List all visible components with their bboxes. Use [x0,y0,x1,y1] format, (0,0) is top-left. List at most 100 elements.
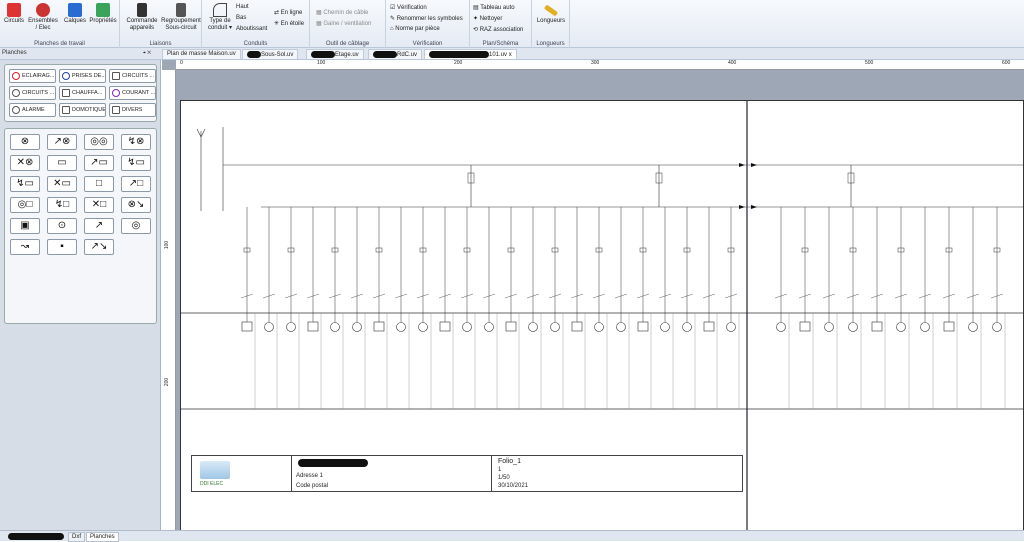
symbol-tool[interactable]: ↝ [10,239,40,255]
symbol-tool[interactable]: ↗⊗ [47,134,77,150]
symbol-tool[interactable]: ▭ [47,155,77,171]
symbol-tool[interactable]: ↯□ [47,197,77,213]
layers-icon [68,3,82,17]
symbol-tool[interactable]: ✕□ [84,197,114,213]
category-divers[interactable]: DIVERS [109,103,156,117]
drawing-canvas[interactable]: 0 100 200 300 400 500 600 100 200 DDI ELEC Adre… [162,60,1024,533]
calques-button[interactable]: Calques [62,3,88,25]
ensembles-elec-button[interactable]: Ensembles / Elec [27,3,59,32]
category-domotique[interactable]: DOMOTIQUE [59,103,106,117]
symbol-tool[interactable]: ↗ [84,218,114,234]
light-icon [682,322,692,332]
ruler-label: 100 [317,60,326,66]
group-label-plan-schema: Plan/Schéma [482,41,519,47]
symbol-tool[interactable]: ⊙ [47,218,77,234]
schema-sheet[interactable]: DDI ELEC Adresse 1 Code postal Folio_1 1… [180,100,1024,533]
folio-name: Folio_1 [498,458,521,465]
tableau-auto-button[interactable]: ▤ Tableau auto [473,4,515,11]
regroupement-button[interactable]: Regroupement Sous-circuit [160,3,202,32]
panel-title: Planches [2,50,27,56]
ruler-label: 200 [454,60,463,66]
light-icon [776,322,786,332]
title-block-logo: DDI ELEC [192,456,292,491]
tab-close-icon[interactable]: x [509,52,512,58]
type-conduit-button[interactable]: Type de conduit ▾ [204,3,236,32]
raz-association-button[interactable]: ⟲ RAZ association [473,26,523,33]
verification-button[interactable]: ☑ Vérification [390,4,427,11]
category-chauffage[interactable]: CHAUFFA... [59,86,106,100]
redaction-blot [311,51,335,58]
nettoyer-button[interactable]: ✦ Nettoyer [473,15,502,22]
ruler-label: 300 [591,60,600,66]
bas-button[interactable]: Bas [236,15,246,21]
tab-etage[interactable]: Etage.uv [306,49,364,59]
symbol-tool[interactable]: ↯▭ [121,155,151,171]
category-circuits-2[interactable]: CIRCUITS ... [9,86,56,100]
symbol-tool[interactable]: ◎ [121,218,151,234]
longueurs-button[interactable]: Longueurs [535,3,567,25]
circuits-button[interactable]: Circuits [3,3,25,25]
alarm-icon [12,106,20,114]
light-icon [920,322,930,332]
symbol-tool[interactable]: ⊗↘ [121,197,151,213]
group-label-planches: Planches de travail [34,41,85,47]
symbol-tool[interactable]: ↗↘ [84,239,114,255]
proprietes-button[interactable]: Propriétés [88,3,118,25]
symbol-tool[interactable]: ◎◎ [84,134,114,150]
tab-101[interactable]: 101.uv x [424,49,517,59]
chemin-cable-button[interactable]: ▦ Chemin de câble [316,9,368,16]
socket-icon [307,321,319,332]
symbol-tool[interactable]: ↗□ [121,176,151,192]
tab-sous-sol[interactable]: Sous-Sol.uv [242,49,299,59]
commande-appareils-button[interactable]: Commande appareils [124,3,160,32]
address-text: Adresse 1 [296,473,324,479]
title-block-folio: Folio_1 1 1/50 30/10/2021 [492,456,743,491]
light-icon [968,322,978,332]
norme-piece-button[interactable]: ⌂ Norme par pièce [390,26,440,32]
group-label-verification: Vérification [412,41,443,47]
ribbon-group-plan-schema: ▤ Tableau auto ✦ Nettoyer ⟲ RAZ associat… [470,0,532,48]
renommer-symboles-button[interactable]: ✎ Renommer les symboles [390,15,463,22]
aboutissant-button[interactable]: Aboutissant [236,26,267,32]
symbol-tool[interactable]: ✕⊗ [10,155,40,171]
ruler-label: 200 [164,377,171,387]
light-icon [824,322,834,332]
category-eclairage[interactable]: ECLAIRAG... [9,69,56,83]
tab-plan-de-masse[interactable]: Plan de masse Maison.uv [162,49,241,59]
symbol-tool[interactable]: ✕▭ [47,176,77,192]
ruler-label: 400 [728,60,737,66]
redaction-blot [429,51,489,58]
symbol-tool[interactable]: □ [84,176,114,192]
light-icon [660,322,670,332]
circuit-icon [12,89,20,97]
symbol-tool[interactable]: ↯⊗ [121,134,151,150]
category-prises[interactable]: PRISES DE... [59,69,106,83]
tab-rdc[interactable]: RdC.uv [368,49,423,59]
light-icon [418,322,428,332]
category-alarme[interactable]: ALARME [9,103,56,117]
en-ligne-button[interactable]: ⇄ En ligne [274,9,302,16]
symbol-tool[interactable]: ⊗ [10,134,40,150]
date-text: 30/10/2021 [498,483,529,489]
panel-controls[interactable]: ⌖ ✕ [143,50,151,56]
category-courant[interactable]: COURANT ... [109,86,156,100]
light-icon [484,322,494,332]
scale-text: 1/50 [498,475,510,481]
socket-icon [505,321,517,332]
socket-icon [703,321,715,332]
category-circuits-1[interactable]: CIRCUITS ... [109,69,156,83]
redaction-blot [247,51,261,58]
symbol-tool[interactable]: ▣ [10,218,40,234]
en-etoile-button[interactable]: ✳ En étoile [274,20,304,27]
title-block: DDI ELEC Adresse 1 Code postal Folio_1 1… [191,455,743,492]
symbol-tool[interactable]: ↗▭ [84,155,114,171]
haut-button[interactable]: Haut [236,4,249,10]
gaine-ventilation-button[interactable]: ▦ Gaine / ventilation [316,20,371,27]
symbol-tool[interactable]: ↯▭ [10,176,40,192]
properties-icon [96,3,110,17]
symbol-tool[interactable]: ◎□ [10,197,40,213]
light-icon [462,322,472,332]
symbol-tool[interactable]: ▪ [47,239,77,255]
domotics-icon [62,106,70,114]
socket-icon [241,321,253,332]
